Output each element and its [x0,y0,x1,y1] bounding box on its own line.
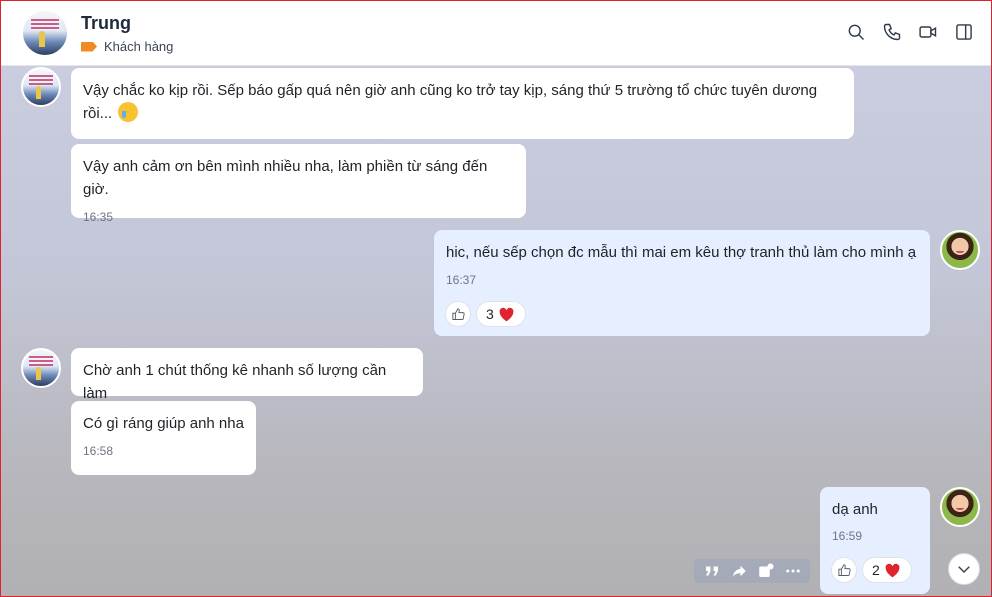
contact-tag-label: Khách hàng [104,39,174,54]
tag-icon [81,41,97,52]
quote-icon[interactable] [702,561,722,581]
reaction-row: 2 [831,557,912,583]
sidebar-toggle-icon[interactable] [953,20,975,44]
contact-tag[interactable]: Khách hàng [81,39,173,54]
message-time: 16:37 [446,273,477,287]
contact-name[interactable]: Trung [81,13,131,34]
phone-icon[interactable] [881,20,903,44]
header-actions [845,20,975,44]
reaction-count: 2 [872,562,880,578]
reaction-row: 3 [445,301,526,327]
chat-header: Trung Khách hàng [1,1,991,66]
message-text: hic, nếu sếp chọn đc mẫu thì mai em kêu … [446,244,917,261]
thumbs-up-icon [451,307,465,320]
message-bubble[interactable]: Chờ anh 1 chút thống kê nhanh số lượng c… [71,348,423,402]
crying-face-emoji [118,102,139,122]
chevron-down-icon [958,566,970,574]
message-text: Chờ anh 1 chút thống kê nhanh số lượng c… [83,362,387,402]
thumbs-up-icon [837,563,851,576]
reaction-summary[interactable]: 2 [862,557,912,583]
video-call-icon[interactable] [917,20,939,44]
forward-icon[interactable] [729,561,749,581]
my-avatar[interactable] [940,487,980,527]
scroll-to-bottom-button[interactable] [948,553,980,585]
heart-icon [885,563,900,577]
message-text: Vậy anh cảm ơn bên mình nhiều nha, làm p… [83,158,488,198]
message-action-toolbar [694,559,810,583]
like-reaction-button[interactable] [831,557,857,583]
message-list[interactable]: Vậy chắc ko kịp rồi. Sếp báo gấp quá nên… [1,66,991,596]
like-reaction-button[interactable] [445,301,471,327]
message-time: 16:35 [83,210,114,224]
message-text: Có gì ráng giúp anh nha [83,415,244,432]
more-options-icon[interactable] [783,561,803,581]
chat-window: Trung Khách hàng Vậy chắc ko kịp rồi. Sế… [0,0,992,597]
message-text: Vậy chắc ko kịp rồi. Sếp báo gấp quá nên… [83,82,818,122]
add-task-icon[interactable] [756,561,776,581]
heart-icon [499,307,514,321]
message-time: 16:58 [83,444,114,458]
message-time: 16:59 [832,529,863,543]
message-text: dạ anh [832,501,878,518]
message-bubble[interactable]: Vậy chắc ko kịp rồi. Sếp báo gấp quá nên… [71,68,854,139]
sender-avatar[interactable] [21,67,61,107]
reaction-summary[interactable]: 3 [476,301,526,327]
my-avatar[interactable] [940,230,980,270]
reaction-count: 3 [486,306,494,322]
message-bubble[interactable]: Vậy anh cảm ơn bên mình nhiều nha, làm p… [71,144,526,224]
contact-avatar[interactable] [21,9,69,57]
sender-avatar[interactable] [21,348,61,388]
message-bubble[interactable]: Có gì ráng giúp anh nha 16:58 [71,401,256,475]
search-icon[interactable] [845,20,867,44]
